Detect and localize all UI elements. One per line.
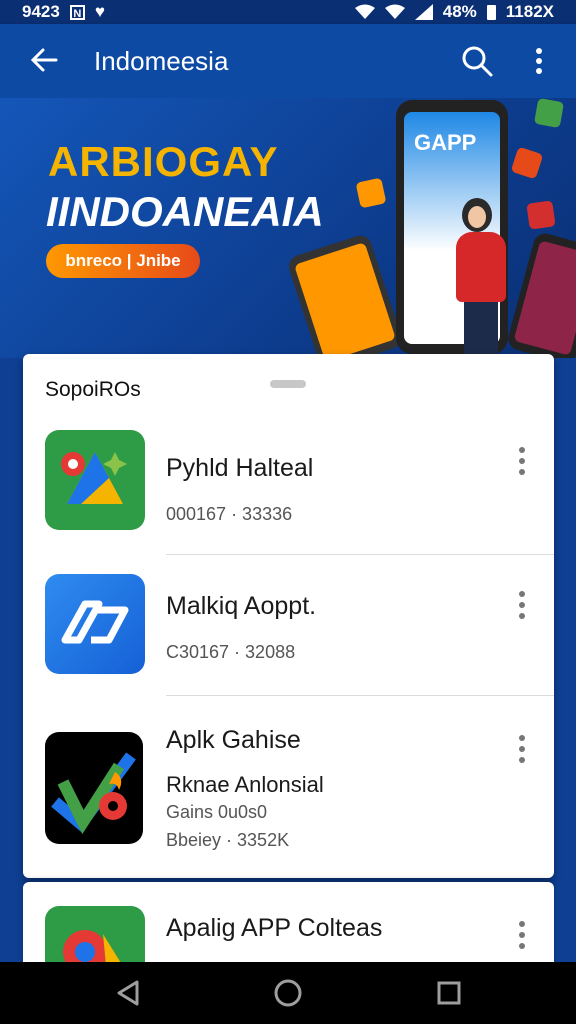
notification-icon: N (69, 4, 85, 20)
more-vert-icon[interactable] (526, 44, 552, 78)
floating-app-tile-icon (510, 146, 544, 180)
status-bar: 9423 N ♥ 48% 1182X (0, 0, 576, 24)
divider (166, 695, 554, 696)
banner-headline: ARBIOGAY (48, 138, 279, 185)
app-name: Malkiq Aoppt. (166, 592, 317, 620)
promo-banner[interactable]: ARBIOGAY IINDOANEAIA bnreco | Jnibe GAPP (0, 98, 576, 358)
floating-app-tile-icon (355, 177, 387, 209)
nav-back-icon[interactable] (113, 978, 143, 1008)
nav-recents-icon[interactable] (434, 978, 464, 1008)
divider (166, 554, 554, 555)
app-icon (45, 732, 143, 844)
phone-screen-label: GAPP (414, 130, 477, 155)
more-vert-icon[interactable] (513, 732, 531, 766)
search-icon[interactable] (460, 44, 494, 78)
system-nav-bar (0, 962, 576, 1024)
battery-percent: 48% (442, 2, 477, 21)
more-vert-icon[interactable] (513, 588, 531, 622)
app-subtitle: Rknae Anlonsial (166, 772, 324, 797)
app-name: Aplk Gahise (166, 726, 301, 754)
floating-app-tile-icon (526, 200, 556, 230)
page-title: Indomeesia (94, 46, 229, 76)
drag-handle[interactable] (270, 380, 306, 388)
more-vert-icon[interactable] (513, 918, 531, 952)
app-bar: Indomeesia (0, 24, 576, 98)
signal-icon (414, 4, 433, 20)
app-icon (45, 430, 145, 530)
more-vert-icon[interactable] (513, 444, 531, 478)
battery-icon (486, 4, 496, 20)
heart-icon: ♥ (94, 2, 105, 21)
list-title: SopoiROs (45, 378, 141, 401)
app-icon (45, 574, 145, 674)
list-item[interactable]: Pyhld Halteal 000167 · 33336 (23, 430, 554, 554)
app-meta: Bbeiey · 3352K (166, 830, 290, 850)
app-meta: C30167 · 32088 (166, 642, 296, 662)
list-item-partial[interactable]: Apalig APP Colteas (23, 882, 554, 972)
wifi-icon-2 (384, 4, 405, 19)
list-item[interactable]: Malkiq Aoppt. C30167 · 32088 (23, 574, 554, 694)
person-illustration (456, 198, 518, 358)
banner-cta-button[interactable]: bnreco | Jnibe (46, 244, 200, 278)
floating-app-tile-icon (533, 98, 565, 129)
wifi-icon (354, 4, 375, 19)
status-time: 9423 (22, 2, 60, 21)
list-item[interactable]: Aplk Gahise Rknae Anlonsial Gains 0u0s0 … (23, 726, 554, 876)
phone-illustration (285, 232, 405, 358)
app-name: Apalig APP Colteas (166, 914, 383, 942)
app-list-sheet: SopoiROs Pyhld Halteal 000167 · 33336 Ma (23, 354, 554, 878)
nav-home-icon[interactable] (273, 978, 303, 1008)
app-name: Pyhld Halteal (166, 454, 314, 482)
back-arrow-icon[interactable] (26, 42, 62, 78)
status-clock: 1182X (505, 2, 554, 21)
app-meta: 000167 · 33336 (166, 504, 293, 524)
banner-subheadline: IINDOANEAIA (46, 188, 324, 235)
app-tagline: Gains 0u0s0 (166, 802, 268, 822)
